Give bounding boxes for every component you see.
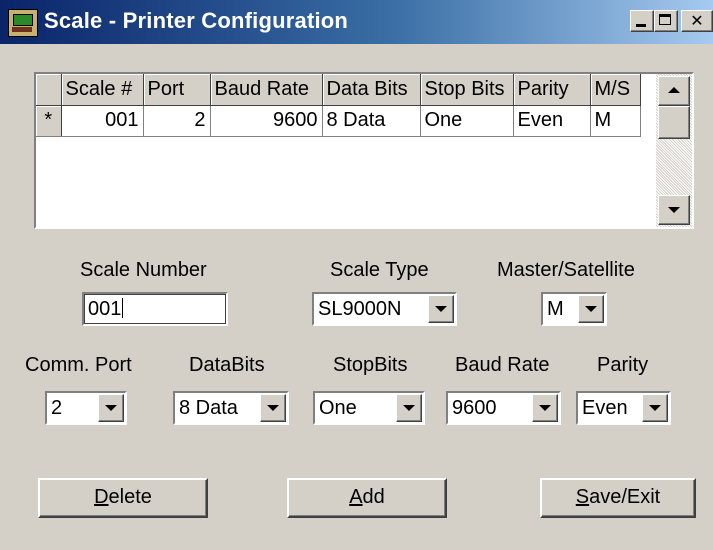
grid-table: Scale # Port Baud Rate Data Bits Stop Bi… [36, 74, 641, 137]
comm-port-select[interactable]: 2 [45, 391, 127, 425]
cell-baud-rate[interactable]: 9600 [210, 105, 323, 137]
master-satellite-label: Master/Satellite [497, 259, 635, 281]
stopbits-dropdown-button[interactable] [396, 394, 422, 422]
save-label: ave/Exit [589, 486, 661, 508]
add-label: dd [362, 486, 385, 508]
scroll-up-button[interactable] [658, 76, 690, 106]
add-button[interactable]: Add [287, 478, 447, 518]
databits-dropdown-button[interactable] [260, 394, 286, 422]
baud-rate-value: 9600 [452, 397, 497, 419]
scale-type-select[interactable]: SL9000N [312, 292, 457, 326]
cell-data-bits[interactable]: 8 Data [322, 105, 421, 137]
baud-rate-select[interactable]: 9600 [446, 391, 561, 425]
dropdown-arrow-icon [585, 306, 597, 312]
maximize-button[interactable] [654, 10, 678, 32]
table-row[interactable]: * 001 2 9600 8 Data One Even M [36, 105, 641, 137]
master-satellite-dropdown-button[interactable] [578, 295, 604, 323]
scale-number-label: Scale Number [80, 259, 207, 281]
delete-hotkey: D [94, 486, 109, 508]
parity-dropdown-button[interactable] [642, 394, 668, 422]
comm-port-dropdown-button[interactable] [98, 394, 124, 422]
dropdown-arrow-icon [105, 405, 117, 411]
databits-select[interactable]: 8 Data [173, 391, 289, 425]
grid-corner[interactable] [36, 74, 62, 106]
cell-port[interactable]: 2 [143, 105, 211, 137]
column-header-parity[interactable]: Parity [513, 74, 591, 106]
databits-value: 8 Data [179, 397, 238, 419]
row-marker[interactable]: * [36, 105, 62, 137]
column-header-ms[interactable]: M/S [590, 74, 641, 106]
column-header-data-bits[interactable]: Data Bits [322, 74, 421, 106]
parity-select[interactable]: Even [576, 391, 671, 425]
close-icon: ✕ [690, 11, 704, 30]
add-hotkey: A [349, 486, 363, 508]
scroll-down-icon [668, 207, 680, 213]
scale-grid[interactable]: Scale # Port Baud Rate Data Bits Stop Bi… [34, 72, 694, 229]
stopbits-label: StopBits [333, 354, 408, 376]
comm-port-label: Comm. Port [25, 354, 132, 376]
baud-rate-label: Baud Rate [455, 354, 550, 376]
dropdown-arrow-icon [649, 405, 661, 411]
stopbits-value: One [319, 397, 357, 419]
dropdown-arrow-icon [267, 405, 279, 411]
close-button[interactable]: ✕ [681, 10, 713, 32]
column-header-stop-bits[interactable]: Stop Bits [420, 74, 514, 106]
cell-scale[interactable]: 001 [61, 105, 144, 137]
scale-type-label: Scale Type [330, 259, 429, 281]
column-header-port[interactable]: Port [143, 74, 211, 106]
baud-rate-dropdown-button[interactable] [532, 394, 558, 422]
delete-button[interactable]: Delete [38, 478, 208, 518]
delete-label: elete [108, 486, 152, 508]
scroll-thumb[interactable] [658, 106, 690, 139]
column-header-scale[interactable]: Scale # [61, 74, 144, 106]
title-bar[interactable]: Scale - Printer Configuration ✕ [0, 0, 713, 44]
dropdown-arrow-icon [539, 405, 551, 411]
text-caret [122, 298, 124, 318]
dropdown-arrow-icon [435, 306, 447, 312]
app-icon[interactable] [8, 9, 38, 37]
vertical-scrollbar[interactable] [656, 74, 692, 227]
save-hotkey: S [575, 486, 590, 508]
master-satellite-select[interactable]: M [541, 292, 607, 326]
scroll-down-button[interactable] [658, 195, 690, 225]
parity-value: Even [582, 397, 628, 419]
scale-type-value: SL9000N [318, 298, 402, 320]
scale-type-dropdown-button[interactable] [428, 295, 454, 323]
cell-parity[interactable]: Even [513, 105, 591, 137]
stopbits-select[interactable]: One [313, 391, 425, 425]
scale-number-value: 001 [88, 298, 122, 320]
dropdown-arrow-icon [403, 405, 415, 411]
databits-label: DataBits [189, 354, 265, 376]
comm-port-value: 2 [51, 397, 63, 419]
scale-number-field[interactable]: 001 [82, 292, 228, 326]
master-satellite-value: M [547, 298, 564, 320]
minimize-button[interactable] [630, 10, 654, 32]
column-header-baud-rate[interactable]: Baud Rate [210, 74, 323, 106]
window-title: Scale - Printer Configuration [44, 8, 349, 33]
scroll-up-icon [668, 87, 680, 93]
grid-header-row: Scale # Port Baud Rate Data Bits Stop Bi… [36, 74, 641, 106]
save-exit-button[interactable]: Save/Exit [540, 478, 696, 518]
cell-ms[interactable]: M [590, 105, 641, 137]
parity-label: Parity [597, 354, 649, 376]
cell-stop-bits[interactable]: One [420, 105, 514, 137]
